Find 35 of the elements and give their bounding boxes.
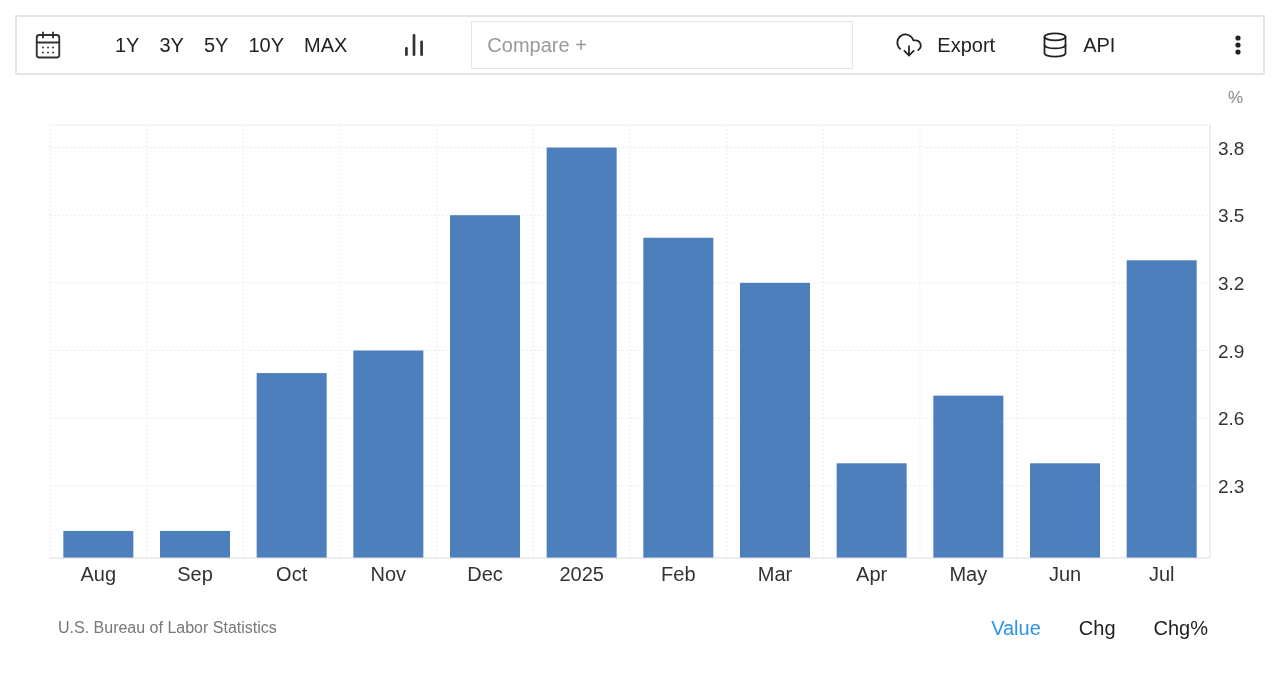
x-tick-label: Oct bbox=[276, 563, 308, 585]
y-tick-label: 3.5 bbox=[1218, 205, 1245, 227]
y-tick-label: 3.2 bbox=[1218, 272, 1245, 294]
more-icon bbox=[1235, 35, 1241, 55]
view-tab[interactable]: Chg bbox=[1078, 613, 1116, 643]
range-button[interactable]: 10Y bbox=[248, 30, 284, 60]
x-tick-label: Apr bbox=[856, 563, 888, 585]
x-tick-label: Jul bbox=[1148, 563, 1175, 585]
y-tick-label: 3.8 bbox=[1218, 137, 1245, 159]
x-tick-label: Dec bbox=[467, 563, 503, 585]
x-tick-label: Nov bbox=[370, 563, 407, 585]
range-button[interactable]: 1Y bbox=[115, 30, 140, 60]
unit-label: % bbox=[1228, 88, 1244, 107]
source-text: U.S. Bureau of Labor Statistics bbox=[58, 618, 277, 638]
y-tick-label: 2.6 bbox=[1218, 408, 1245, 430]
range-button[interactable]: 3Y bbox=[159, 30, 184, 60]
bar bbox=[160, 530, 230, 558]
x-tick-label: Jun bbox=[1048, 563, 1082, 585]
view-tab[interactable]: Chg% bbox=[1153, 613, 1208, 643]
range-button[interactable]: 5Y bbox=[203, 30, 229, 60]
range-button[interactable]: MAX bbox=[304, 30, 348, 60]
y-tick-label: 2.3 bbox=[1218, 475, 1245, 497]
x-tick-label: Feb bbox=[661, 563, 696, 585]
x-tick-label: May bbox=[949, 563, 988, 585]
calendar-icon[interactable] bbox=[33, 30, 63, 60]
x-tick-label: Aug bbox=[80, 563, 117, 585]
x-tick-label: Sep bbox=[177, 563, 213, 585]
x-tick-label: Mar bbox=[757, 563, 793, 585]
bar bbox=[63, 530, 134, 558]
export-button[interactable]: Export bbox=[891, 30, 996, 60]
x-tick-label: 2025 bbox=[559, 563, 604, 585]
y-tick-label: 2.9 bbox=[1218, 340, 1245, 362]
api-button[interactable]: API bbox=[1041, 30, 1116, 60]
compare-field[interactable]: Compare + bbox=[471, 21, 854, 69]
more-menu-button[interactable] bbox=[1235, 35, 1241, 55]
